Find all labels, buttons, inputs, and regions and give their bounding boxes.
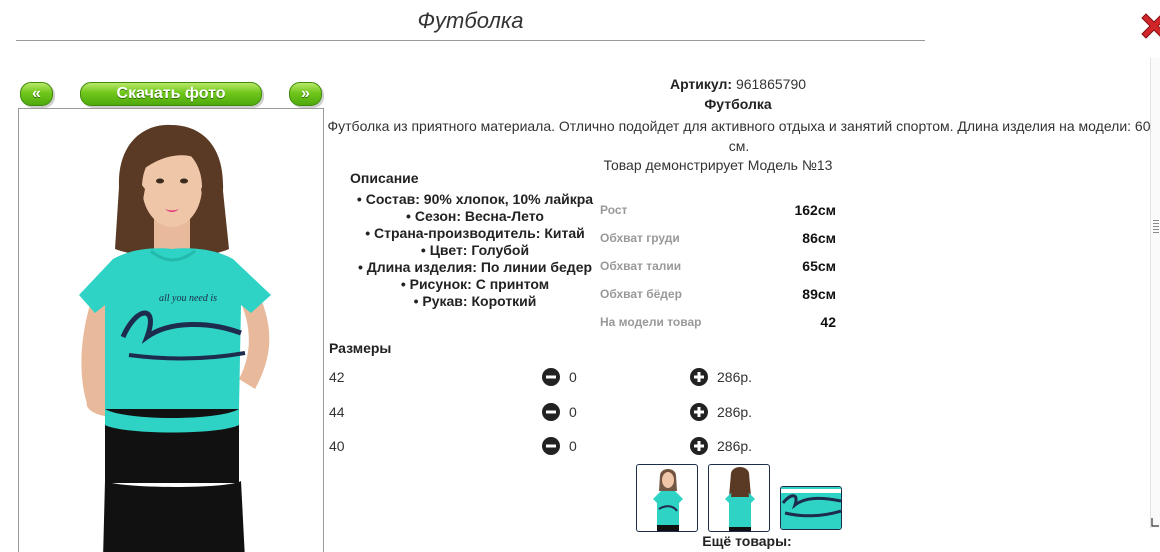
next-photo-button[interactable]: »	[289, 82, 322, 106]
model-measurements: Рост 162см Обхват груди 86см Обхват тали…	[600, 196, 836, 336]
thumbnail-front-image	[653, 469, 683, 531]
size-price: 286р.	[717, 404, 753, 420]
spec-item: Рукав: Короткий	[350, 293, 600, 310]
article-label: Артикул:	[669, 76, 733, 92]
size-quantity: 0	[569, 404, 577, 420]
measure-value: 86см	[802, 230, 836, 246]
more-products-label: Ещё товары:	[702, 533, 792, 549]
plus-circle-icon[interactable]	[690, 403, 708, 421]
minus-circle-icon[interactable]	[542, 368, 560, 386]
measure-label: Обхват талии	[600, 259, 682, 273]
measure-label: Обхват груди	[600, 231, 680, 245]
spec-item: Рисунок: С принтом	[350, 276, 600, 293]
spec-item: Состав: 90% хлопок, 10% лайкра	[350, 191, 600, 208]
measure-value: 162см	[794, 202, 836, 218]
spec-item: Цвет: Голубой	[350, 242, 600, 259]
product-description: Футболка из приятного материала. Отлично…	[327, 118, 1151, 154]
plus-circle-icon[interactable]	[690, 437, 708, 455]
plus-circle-icon[interactable]	[690, 368, 708, 386]
spec-item: Страна-производитель: Китай	[350, 225, 600, 242]
measure-row: На модели товар 42	[600, 308, 836, 336]
minus-circle-icon[interactable]	[542, 403, 560, 421]
sizes-title: Размеры	[329, 340, 392, 356]
measure-row: Обхват бёдер 89см	[600, 280, 836, 308]
measure-label: На модели товар	[600, 315, 702, 329]
measure-value: 65см	[802, 258, 836, 274]
specs-title: Описание	[350, 170, 419, 186]
close-button[interactable]	[1140, 12, 1160, 46]
size-value: 40	[329, 438, 345, 454]
scroll-down-arrow-icon[interactable]	[1151, 515, 1160, 527]
thumbnail-front[interactable]	[636, 464, 698, 532]
size-row: 40 0 286р.	[329, 436, 769, 456]
title-divider	[16, 40, 925, 41]
download-photo-button[interactable]: Скачать фото	[80, 82, 262, 106]
minus-circle-icon[interactable]	[542, 437, 560, 455]
specs-list: Состав: 90% хлопок, 10% лайкра Сезон: Ве…	[350, 191, 600, 310]
size-quantity: 0	[569, 438, 577, 454]
size-row: 42 0 286р.	[329, 367, 769, 387]
thumbnail-back-image	[725, 467, 755, 531]
measure-row: Обхват груди 86см	[600, 224, 836, 252]
product-name: Футболка	[704, 96, 772, 112]
size-price: 286р.	[717, 369, 753, 385]
measure-row: Рост 162см	[600, 196, 836, 224]
thumbnail-print-detail[interactable]	[780, 486, 842, 530]
spec-item: Сезон: Весна-Лето	[350, 208, 600, 225]
measure-label: Рост	[600, 203, 628, 217]
thumbnail-back[interactable]	[708, 464, 770, 532]
svg-text:all you need is: all you need is	[159, 293, 217, 304]
scrollbar-grip[interactable]	[1153, 220, 1159, 234]
size-value: 42	[329, 369, 345, 385]
size-price: 286р.	[717, 438, 753, 454]
model-note: Товар демонстрирует Модель №13	[603, 157, 833, 173]
spec-item: Длина изделия: По линии бедер	[350, 259, 600, 276]
close-icon	[1141, 13, 1160, 39]
measure-value: 42	[820, 314, 836, 330]
page-title: Футболка	[417, 8, 524, 33]
prev-photo-button[interactable]: «	[20, 82, 53, 106]
thumbnail-print-image	[781, 487, 841, 529]
article-value: 961865790	[735, 76, 807, 92]
article-line: Артикул: 961865790	[328, 76, 1148, 92]
model-photo-image: all you need is	[79, 124, 271, 552]
measure-label: Обхват бёдер	[600, 287, 682, 301]
size-value: 44	[329, 404, 345, 420]
size-row: 44 0 286р.	[329, 402, 769, 422]
main-product-photo[interactable]: all you need is	[18, 108, 324, 552]
measure-row: Обхват талии 65см	[600, 252, 836, 280]
measure-value: 89см	[802, 286, 836, 302]
size-quantity: 0	[569, 369, 577, 385]
